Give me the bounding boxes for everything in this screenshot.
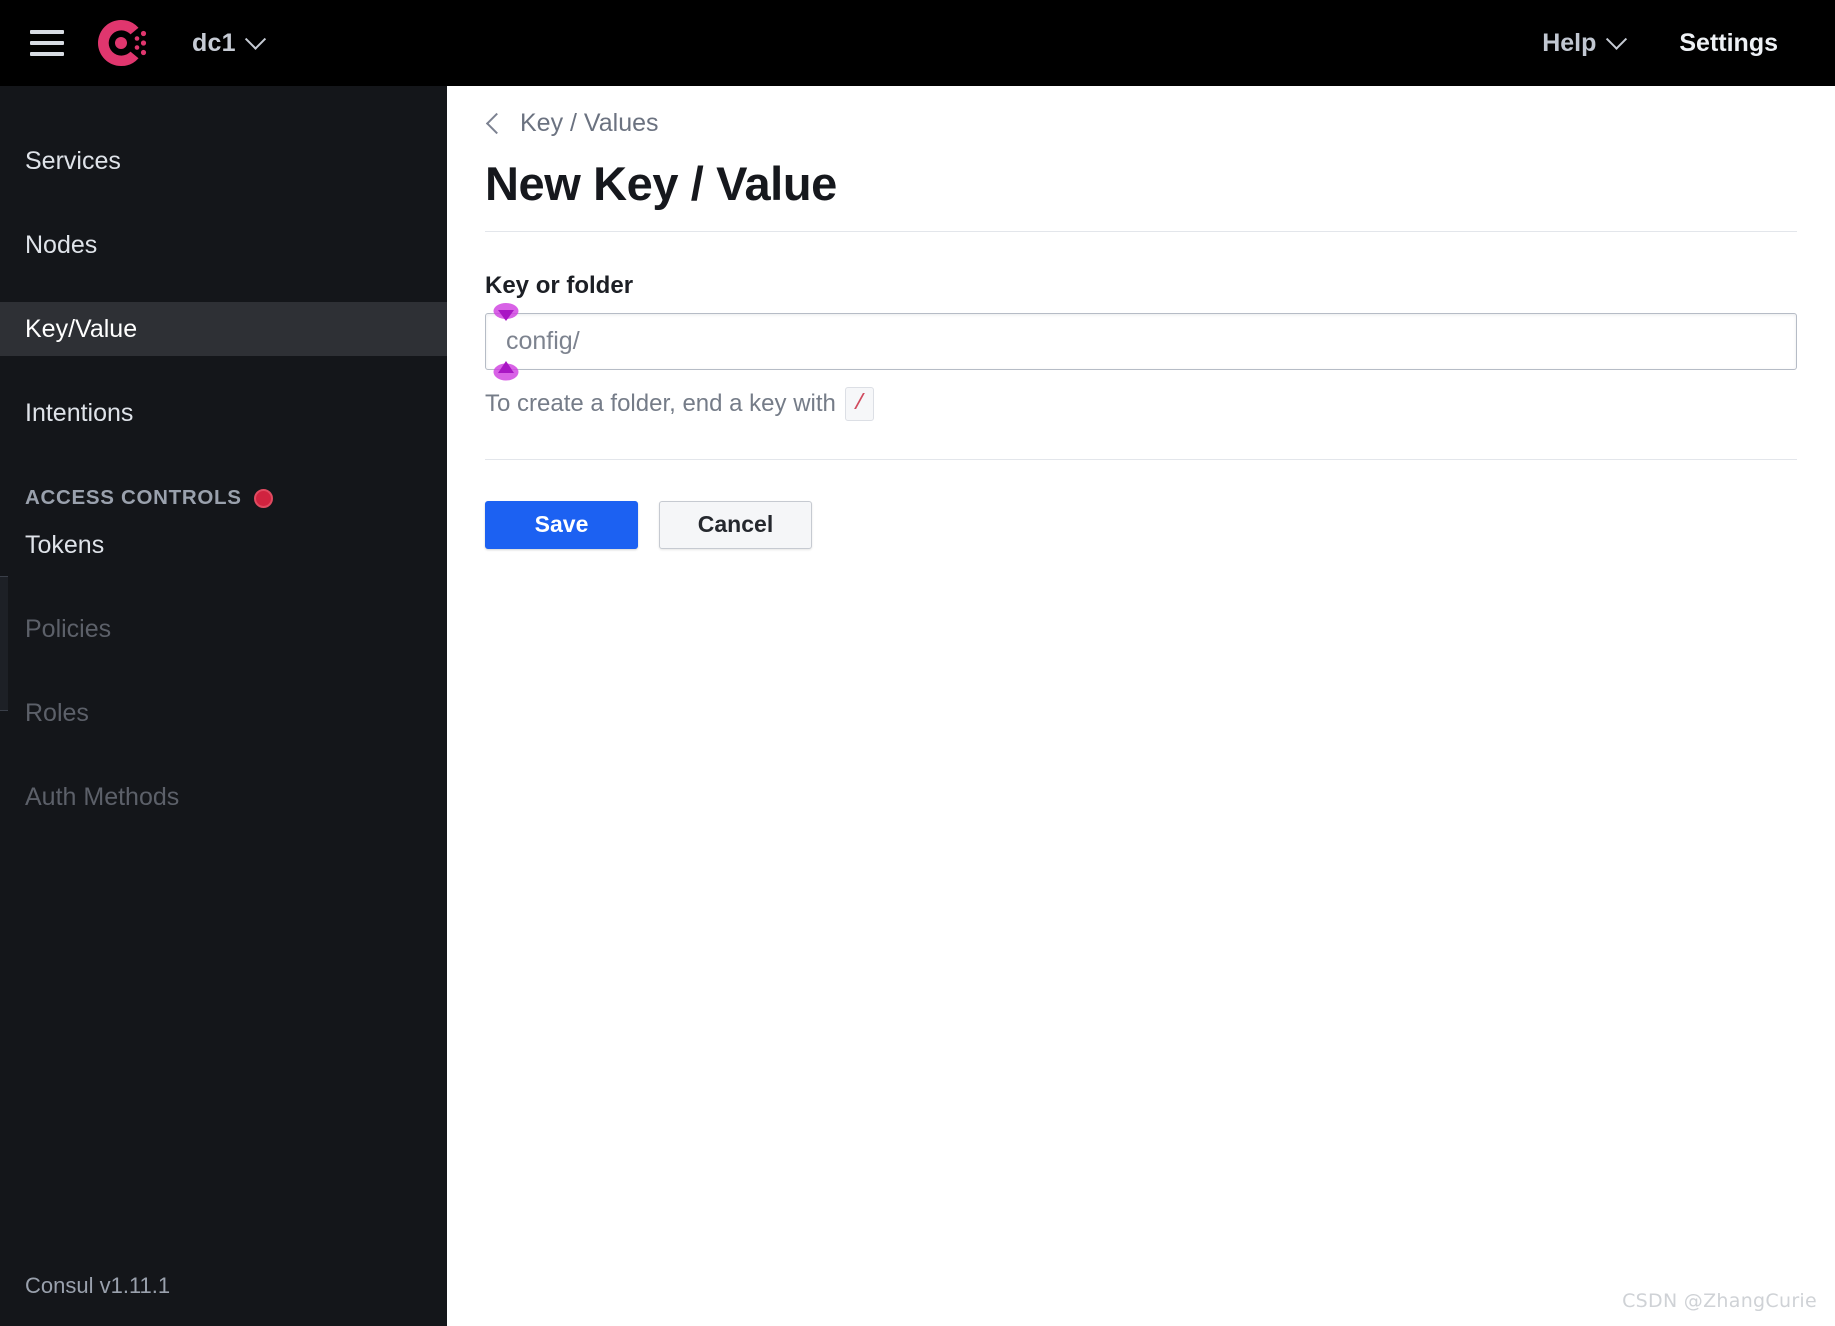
title-divider <box>485 230 1797 232</box>
main-content-area: Key / Values New Key / Value Key or fold… <box>447 86 1835 1326</box>
chevron-down-icon <box>244 28 266 50</box>
sidebar-item-label: Policies <box>25 614 112 643</box>
sidebar-item-label: Tokens <box>25 530 105 559</box>
page-title: New Key / Value <box>485 157 837 210</box>
help-label: Help <box>1542 28 1597 57</box>
hamburger-bar <box>30 41 64 45</box>
sidebar-item-auth-methods[interactable]: Auth Methods <box>0 770 447 824</box>
sidebar-section-label: ACCESS CONTROLS <box>25 486 242 509</box>
datacenter-selector[interactable]: dc1 <box>192 28 266 58</box>
breadcrumb-label: Key / Values <box>520 109 659 137</box>
sidebar-item-policies[interactable]: Policies <box>0 602 447 656</box>
sidebar-item-roles[interactable]: Roles <box>0 686 447 740</box>
chevron-left-icon <box>485 112 508 135</box>
key-input-help-row: To create a folder, end a key with / <box>485 386 1797 421</box>
sidebar-item-label: Services <box>25 146 121 175</box>
hamburger-bar <box>30 30 64 34</box>
sidebar-item-label: Auth Methods <box>25 782 180 811</box>
chevron-down-icon <box>1606 28 1628 50</box>
form-actions: Save Cancel <box>485 500 1797 549</box>
help-menu[interactable]: Help <box>1542 28 1628 58</box>
sidebar-section-access-controls: ACCESS CONTROLS <box>0 478 447 518</box>
hamburger-bar <box>30 52 64 56</box>
sidebar-edge-artifact <box>0 576 8 711</box>
acl-status-dot-icon <box>253 488 273 508</box>
consul-logo-icon[interactable] <box>94 15 150 71</box>
sidebar-item-label: Nodes <box>25 230 98 259</box>
top-nav-right-group: Help Settings <box>1542 28 1778 58</box>
slash-code-badge: / <box>844 386 875 421</box>
datacenter-label: dc1 <box>192 28 236 57</box>
consul-version-label: Consul v1.11.1 <box>25 1273 171 1298</box>
cancel-button[interactable]: Cancel <box>659 500 812 549</box>
settings-link[interactable]: Settings <box>1679 29 1778 58</box>
save-button[interactable]: Save <box>485 500 638 549</box>
sidebar-item-services[interactable]: Services <box>0 134 447 188</box>
sidebar-item-tokens[interactable]: Tokens <box>0 518 447 572</box>
consul-app-window: dc1 Help Settings Services Nodes Key/Val… <box>0 0 1835 1326</box>
key-or-folder-label: Key or folder <box>485 271 634 299</box>
sidebar-item-label: Key/Value <box>25 314 138 343</box>
watermark-label: CSDN @ZhangCurie <box>1622 1290 1817 1312</box>
key-or-folder-input[interactable] <box>485 312 1797 370</box>
sidebar-item-label: Roles <box>25 698 89 727</box>
top-navigation-bar: dc1 Help Settings <box>0 0 1835 86</box>
sidebar-item-label: Intentions <box>25 398 134 427</box>
sidebar-navigation: Services Nodes Key/Value Intentions ACCE… <box>0 86 447 1326</box>
sidebar-item-nodes[interactable]: Nodes <box>0 218 447 272</box>
sidebar-item-key-value[interactable]: Key/Value <box>0 302 447 356</box>
sidebar-nav-list: Services Nodes Key/Value Intentions ACCE… <box>0 86 447 824</box>
breadcrumb[interactable]: Key / Values <box>485 86 659 138</box>
form-divider <box>485 458 1797 460</box>
key-input-wrapper <box>485 302 1797 381</box>
key-input-help-text: To create a folder, end a key with <box>485 389 836 417</box>
sidebar-item-intentions[interactable]: Intentions <box>0 386 447 440</box>
hamburger-menu-icon[interactable] <box>30 30 64 56</box>
